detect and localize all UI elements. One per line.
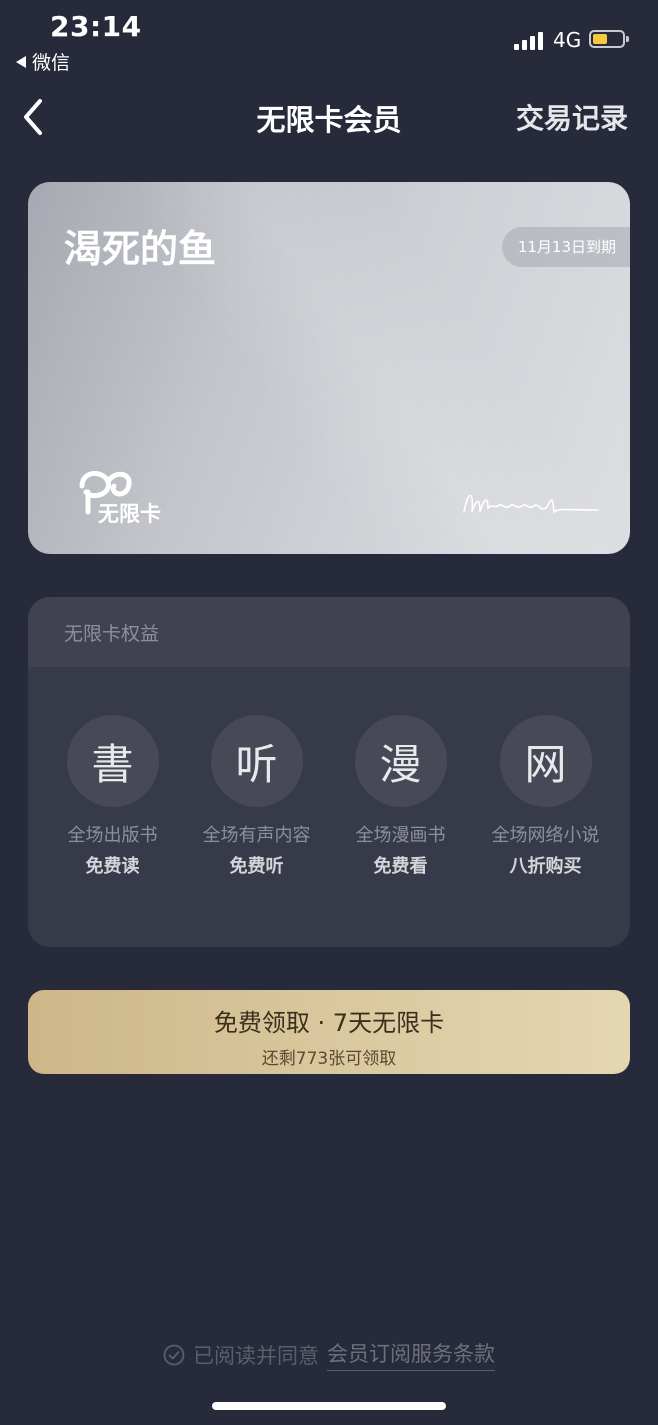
claim-main-label: 免费领取 · 7天无限卡 <box>213 1009 445 1037</box>
benefit-books[interactable]: 書 全场出版书 免费读 <box>40 715 185 878</box>
claim-remaining-label: 还剩773张可领取 <box>261 1049 397 1069</box>
book-icon: 書 <box>66 715 159 807</box>
transaction-history-link[interactable]: 交易记录 <box>516 97 628 137</box>
benefit-comics[interactable]: 漫 全场漫画书 免费看 <box>328 715 473 878</box>
signature-image <box>463 494 599 514</box>
battery-icon <box>589 30 629 48</box>
benefit-desc: 全场漫画书 <box>355 825 446 846</box>
home-indicator[interactable] <box>212 1402 446 1410</box>
benefits-title: 无限卡权益 <box>64 623 160 645</box>
benefit-value: 免费听 <box>229 856 284 877</box>
back-to-app-link[interactable]: 微信 <box>16 48 70 75</box>
web-novel-icon: 网 <box>499 715 592 807</box>
benefit-desc: 全场出版书 <box>67 825 158 846</box>
listen-icon: 听 <box>210 715 303 807</box>
benefit-value: 免费读 <box>85 856 140 877</box>
membership-card: 渴死的鱼 11月13日到期 无限卡 <box>28 182 630 554</box>
screen: { "status_bar": {"time": "23:14", "back_… <box>0 0 658 1425</box>
benefit-web-novels[interactable]: 网 全场网络小说 八折购买 <box>473 715 618 878</box>
claim-free-card-button[interactable]: 免费领取 · 7天无限卡 还剩773张可领取 <box>28 990 630 1074</box>
comic-icon: 漫 <box>354 715 447 807</box>
network-type: 4G <box>553 28 582 52</box>
check-circle-icon[interactable] <box>163 1344 185 1366</box>
benefit-value: 八折购买 <box>509 856 582 877</box>
back-triangle-icon <box>16 55 26 68</box>
benefit-value: 免费看 <box>373 856 428 877</box>
status-time: 23:14 <box>50 10 142 43</box>
benefits-panel: 无限卡权益 書 全场出版书 免费读 听 全场有声内容 免费听 漫 全场漫画书 免… <box>28 597 630 947</box>
agreement-prefix: 已阅读并同意 <box>193 1343 319 1368</box>
terms-link[interactable]: 会员订阅服务条款 <box>327 1338 495 1371</box>
card-logo-text: 无限卡 <box>98 502 161 526</box>
agreement-row: 已阅读并同意 会员订阅服务条款 <box>0 1338 658 1371</box>
benefit-audio[interactable]: 听 全场有声内容 免费听 <box>184 715 329 878</box>
benefit-desc: 全场网络小说 <box>491 825 600 846</box>
benefit-desc: 全场有声内容 <box>202 825 311 846</box>
signal-icon <box>514 30 543 50</box>
card-expiry-badge: 11月13日到期 <box>501 227 630 267</box>
back-app-label: 微信 <box>32 52 71 74</box>
card-user-name: 渴死的鱼 <box>64 227 217 271</box>
